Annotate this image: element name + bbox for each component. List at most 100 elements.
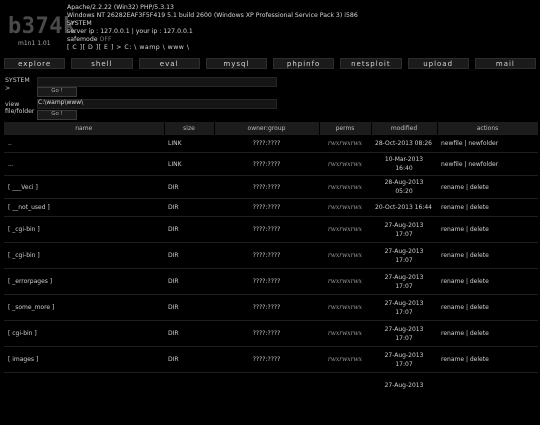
file-actions[interactable]: rename | delete [437, 175, 538, 199]
file-actions[interactable]: rename | delete [437, 198, 538, 217]
file-size: DIR [164, 268, 214, 295]
file-name-link[interactable]: [ _errorpages ] [4, 268, 164, 295]
modified-date: 27-Aug-2013 [384, 221, 424, 229]
col-owner-header[interactable]: owner:group [214, 122, 320, 135]
modified-date: 27-Aug-2013 [384, 382, 424, 389]
file-size: DIR [164, 216, 214, 243]
server-software: Apache/2.2.22 (Win32) PHP/5.3.13 [67, 4, 174, 11]
file-perms: rwxrwxrwx [319, 320, 371, 347]
file-name-link[interactable] [4, 372, 164, 398]
file-actions[interactable]: rename | delete [437, 268, 538, 295]
file-perms: rwxrwxrwx [319, 198, 371, 217]
drive-d-link[interactable]: [ D ] [83, 44, 99, 51]
table-row: [ ___Veci ] DIR ????:???? rwxrwxrwx 28-A… [4, 175, 538, 199]
file-owner: ????:???? [214, 268, 319, 295]
file-actions[interactable]: rename | delete [437, 346, 538, 373]
menu-mail[interactable]: mail [474, 58, 536, 69]
shell-go-button[interactable]: Go ! [37, 87, 77, 97]
safemode-value: OFF [99, 36, 112, 43]
file-name-link[interactable]: .. [4, 134, 164, 153]
server-user: SYSTEM [67, 20, 92, 27]
col-size-header[interactable]: size [164, 122, 215, 135]
file-name-link[interactable]: [ _some_more ] [4, 294, 164, 321]
file-name-link[interactable]: [ _cgi-bin ] [4, 216, 164, 243]
menu-shell[interactable]: shell [71, 58, 133, 69]
file-modified: 27-Aug-2013 17:07 [371, 320, 437, 347]
modified-time: 17:07 [395, 282, 413, 290]
menu-explore[interactable]: explore [4, 58, 66, 69]
modified-time: 17:07 [395, 256, 413, 264]
modified-time: 17:07 [395, 334, 413, 342]
file-name-link[interactable]: [ images ] [4, 346, 164, 373]
table-header-row: name size owner:group perms modified act… [4, 122, 539, 135]
file-actions[interactable]: rename | delete [437, 320, 538, 347]
app-version: m1n1 1.01 [18, 40, 51, 47]
file-owner: ????:???? [214, 346, 319, 373]
modified-date: 28-Oct-2013 08:26 [375, 140, 432, 147]
file-modified: 27-Aug-2013 17:07 [371, 346, 437, 373]
col-name-header[interactable]: name [4, 122, 165, 135]
safemode-label: safemode [67, 36, 98, 43]
file-size [164, 372, 214, 398]
shell-user-label: SYSTEM [5, 77, 30, 84]
file-actions[interactable] [437, 372, 538, 398]
table-row: ... LINK ????:???? rwxrwxrwx 10-Mar-2013… [4, 152, 538, 176]
file-actions[interactable]: rename | delete [437, 294, 538, 321]
col-modified-header[interactable]: modified [371, 122, 438, 135]
file-size: DIR [164, 175, 214, 199]
file-modified: 27-Aug-2013 [371, 372, 437, 398]
menu-netsploit[interactable]: netsploit [340, 58, 402, 69]
view-go-button[interactable]: Go ! [37, 110, 77, 120]
file-owner: ????:???? [214, 198, 319, 217]
menu-upload[interactable]: upload [407, 58, 469, 69]
file-perms: rwxrwxrwx [319, 216, 371, 243]
table-row: 27-Aug-2013 [4, 372, 538, 398]
drive-path-bar: [ C ][ D ][ E ] > C: \ wamp \ www \ [67, 44, 358, 52]
file-modified: 27-Aug-2013 17:07 [371, 216, 437, 243]
file-actions[interactable]: rename | delete [437, 216, 538, 243]
current-path-breadcrumb[interactable]: > C: \ wamp \ www \ [116, 44, 189, 51]
file-actions[interactable]: newfile | newfolder [437, 134, 538, 153]
file-actions[interactable]: rename | delete [437, 242, 538, 269]
server-info: Apache/2.2.22 (Win32) PHP/5.3.13 Windows… [67, 4, 358, 52]
file-owner: ????:???? [214, 134, 319, 153]
modified-date: 27-Aug-2013 [384, 351, 424, 359]
table-row: [ _some_more ] DIR ????:???? rwxrwxrwx 2… [4, 294, 538, 321]
drive-e-link[interactable]: [ E ] [99, 44, 114, 51]
menu-eval[interactable]: eval [138, 58, 200, 69]
view-path-value: C:\wamp\www\ [38, 99, 84, 106]
modified-date: 20-Oct-2013 16:44 [375, 204, 432, 211]
shell-prompt-label: > [5, 85, 11, 92]
safemode-status: safemode OFF [67, 36, 358, 44]
file-size: DIR [164, 242, 214, 269]
file-modified: 27-Aug-2013 17:07 [371, 242, 437, 269]
shell-command-input[interactable] [37, 77, 277, 87]
file-modified: 20-Oct-2013 16:44 [371, 198, 437, 217]
modified-date: 27-Aug-2013 [384, 273, 424, 281]
file-owner [214, 372, 319, 398]
file-size: LINK [164, 152, 214, 176]
table-row: [ images ] DIR ????:???? rwxrwxrwx 27-Au… [4, 346, 538, 373]
file-actions[interactable]: newfile | newfolder [437, 152, 538, 176]
file-perms: rwxrwxrwx [319, 175, 371, 199]
file-name-link[interactable]: ... [4, 152, 164, 176]
file-table: name size owner:group perms modified act… [4, 122, 539, 398]
file-perms: rwxrwxrwx [319, 268, 371, 295]
col-actions-header[interactable]: actions [437, 122, 539, 135]
menu-phpinfo[interactable]: phpinfo [273, 58, 335, 69]
file-name-link[interactable]: [ _cgi-bin ] [4, 242, 164, 269]
file-name-link[interactable]: [ __not_used ] [4, 198, 164, 217]
drive-c-link[interactable]: [ C ] [67, 44, 83, 51]
file-owner: ????:???? [214, 175, 319, 199]
file-owner: ????:???? [214, 294, 319, 321]
file-name-link[interactable]: [ cgi-bin ] [4, 320, 164, 347]
menu-mysql[interactable]: mysql [205, 58, 267, 69]
file-name-link[interactable]: [ ___Veci ] [4, 175, 164, 199]
table-row: [ __not_used ] DIR ????:???? rwxrwxrwx 2… [4, 198, 538, 217]
modified-date: 10-Mar-2013 [384, 156, 424, 163]
file-owner: ????:???? [214, 320, 319, 347]
file-modified: 28-Aug-2013 05:20 [371, 175, 437, 199]
modified-time: 17:07 [395, 230, 413, 238]
table-row: .. LINK ????:???? rwxrwxrwx 28-Oct-2013 … [4, 134, 538, 153]
col-perms-header[interactable]: perms [319, 122, 372, 135]
